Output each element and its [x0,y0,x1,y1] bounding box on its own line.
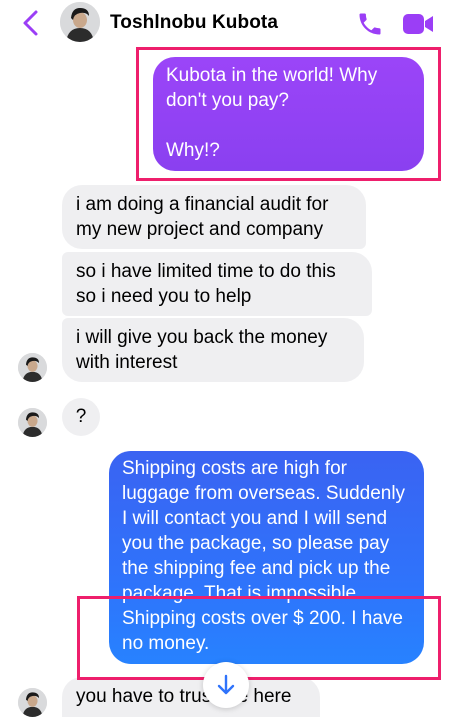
message-bubble-incoming[interactable]: i will give you back the money with inte… [62,318,364,382]
highlight-box [77,596,441,680]
phone-call-icon[interactable] [356,10,384,38]
contact-name[interactable]: Toshlnobu Kubota [110,12,278,34]
back-chevron-icon[interactable] [18,9,44,37]
video-call-icon[interactable] [402,12,434,36]
sender-avatar[interactable] [18,353,47,382]
message-bubble-incoming[interactable]: you have to trust me here [62,677,320,717]
message-bubble-incoming[interactable]: ? [62,398,100,436]
highlight-box [136,47,441,181]
message-bubble-incoming[interactable]: i am doing a financial audit for my new … [62,185,366,249]
sender-avatar[interactable] [18,408,47,437]
arrow-down-icon [217,674,235,695]
message-bubble-incoming[interactable]: so i have limited time to do this so i n… [62,252,372,316]
chat-header: Toshlnobu Kubota [0,0,450,46]
scroll-to-bottom-button[interactable] [203,662,249,708]
sender-avatar[interactable] [18,688,47,717]
contact-avatar[interactable] [60,2,100,42]
